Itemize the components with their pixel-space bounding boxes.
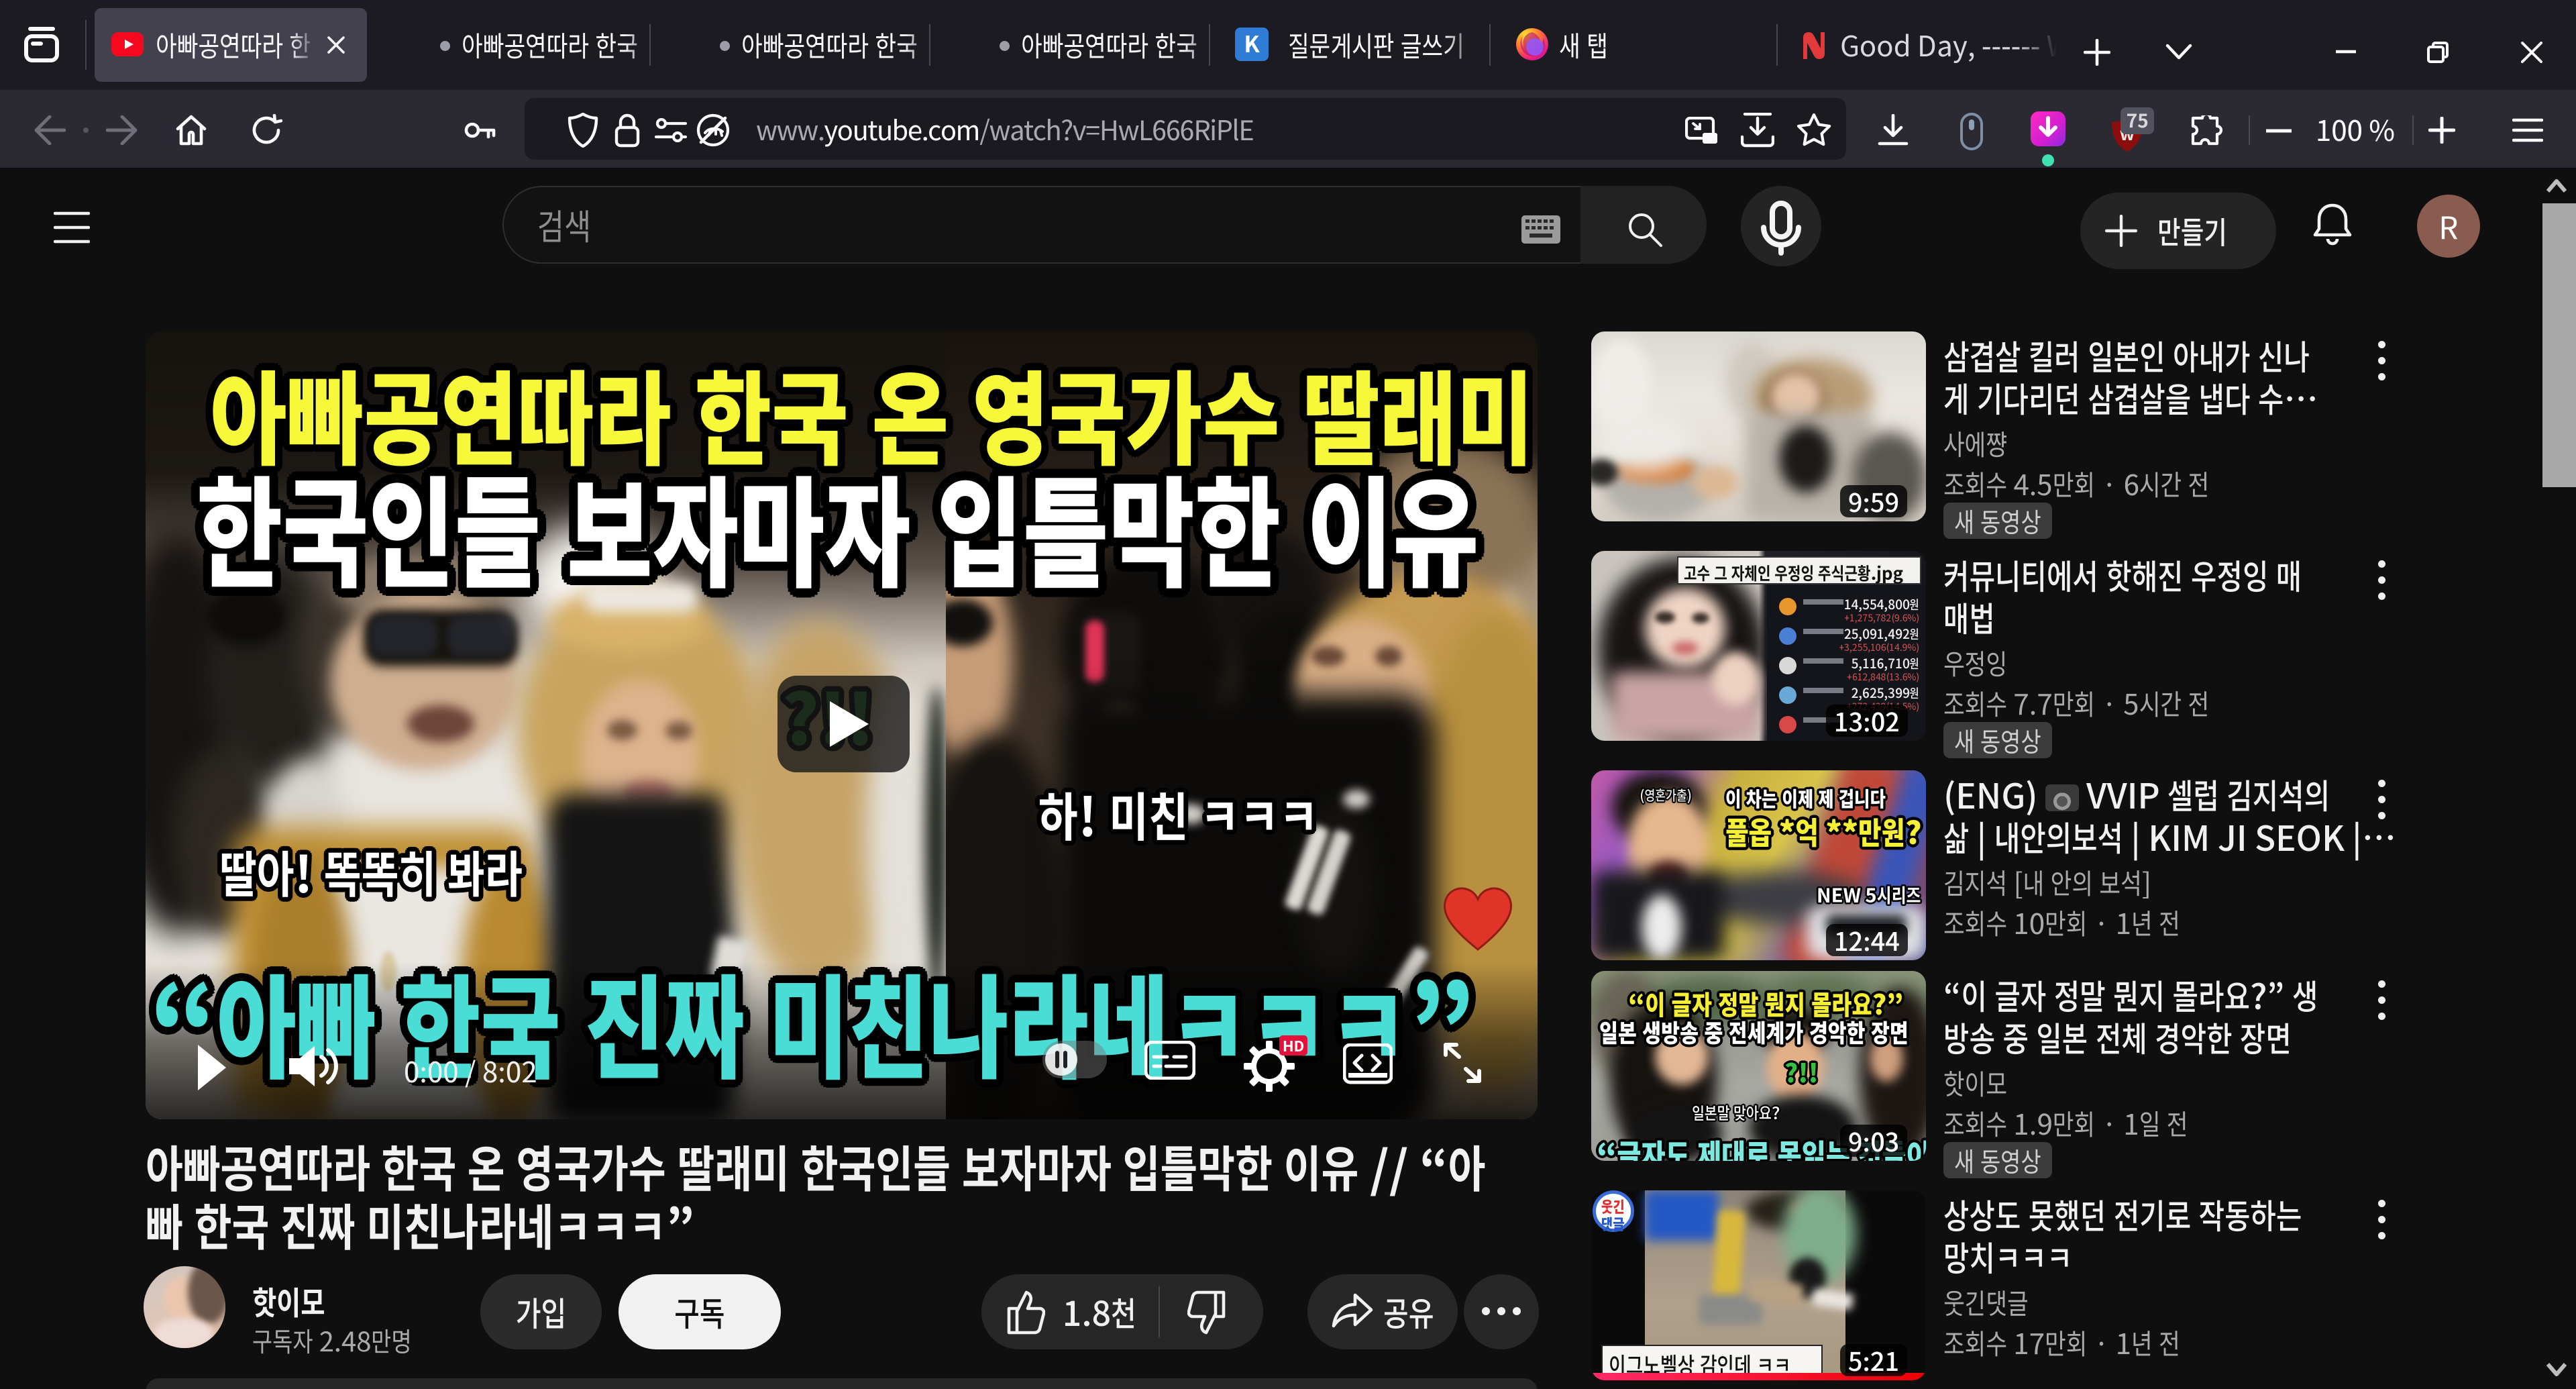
svg-text:75: 75	[2126, 107, 2148, 134]
svg-text:K: K	[1244, 28, 1260, 59]
